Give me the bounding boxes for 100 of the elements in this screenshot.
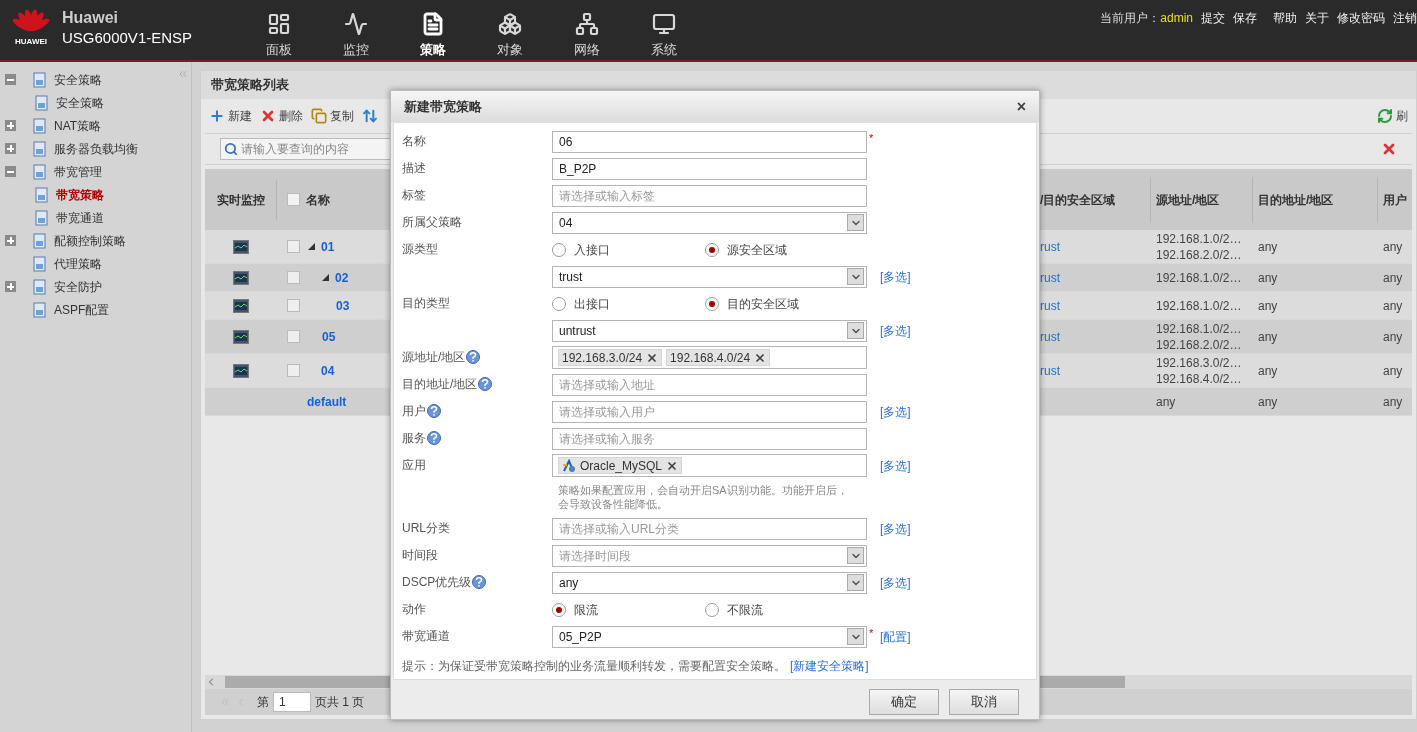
dropdown-icon[interactable] bbox=[847, 574, 864, 591]
monitor-chart-icon[interactable] bbox=[233, 329, 249, 344]
sidebar-item[interactable]: 带宽通道 bbox=[56, 208, 104, 227]
tag-field[interactable]: 192.168.3.0/24 192.168.4.0/24 bbox=[552, 346, 867, 369]
policy-name-link[interactable]: 02 bbox=[335, 268, 349, 287]
clear-icon[interactable] bbox=[1381, 141, 1397, 157]
multi-select-link[interactable]: [配置] bbox=[880, 627, 911, 646]
dialog-button[interactable]: 取消 bbox=[949, 689, 1019, 715]
help-icon[interactable] bbox=[472, 575, 487, 589]
close-button[interactable]: × bbox=[1016, 94, 1026, 119]
sidebar-item[interactable]: 安全策略 bbox=[56, 93, 104, 112]
multi-select-link[interactable]: [多选] bbox=[880, 267, 911, 286]
zone-link[interactable]: rust bbox=[1040, 298, 1060, 313]
expand-triangle-icon[interactable] bbox=[322, 274, 329, 281]
help-icon[interactable] bbox=[478, 377, 493, 391]
multi-select-link[interactable]: [多选] bbox=[880, 321, 911, 340]
collapse-icon[interactable] bbox=[5, 74, 16, 85]
select-field[interactable]: untrust bbox=[552, 319, 867, 342]
toolbar-button[interactable]: 复制 bbox=[311, 107, 354, 125]
row-checkbox[interactable] bbox=[287, 271, 300, 284]
expand-triangle-icon[interactable] bbox=[308, 243, 315, 250]
sidebar-item[interactable]: 代理策略 bbox=[54, 254, 102, 273]
nav-tab[interactable]: 监控 bbox=[317, 0, 394, 60]
help-icon[interactable] bbox=[466, 350, 481, 364]
collapse-icon[interactable] bbox=[5, 166, 16, 177]
remove-icon[interactable] bbox=[646, 351, 659, 364]
row-checkbox[interactable] bbox=[287, 299, 300, 312]
zone-link[interactable]: rust bbox=[1040, 239, 1060, 254]
text-field[interactable]: B_P2P bbox=[552, 157, 867, 180]
text-field[interactable]: 请选择或输入服务 bbox=[552, 427, 867, 450]
sidebar-item[interactable]: 安全防护 bbox=[54, 277, 102, 296]
multi-select-link[interactable]: [多选] bbox=[880, 573, 911, 592]
sidebar-item[interactable]: 配额控制策略 bbox=[54, 231, 126, 250]
text-field[interactable]: 请选择或输入地址 bbox=[552, 373, 867, 396]
remove-icon[interactable] bbox=[666, 459, 679, 472]
nav-tab[interactable]: 网络 bbox=[548, 0, 625, 60]
dropdown-icon[interactable] bbox=[847, 214, 864, 231]
dropdown-icon[interactable] bbox=[847, 322, 864, 339]
zone-link[interactable]: rust bbox=[1040, 363, 1060, 378]
header-link[interactable]: 关于 bbox=[1305, 9, 1329, 27]
sidebar-item[interactable]: 带宽管理 bbox=[54, 162, 102, 181]
header-link[interactable]: 修改密码 bbox=[1337, 9, 1385, 27]
expand-icon[interactable] bbox=[5, 235, 16, 246]
sidebar-item[interactable]: ASPF配置 bbox=[54, 300, 110, 319]
expand-icon[interactable] bbox=[5, 143, 16, 154]
refresh-button[interactable]: 刷 bbox=[1377, 107, 1408, 125]
monitor-chart-icon[interactable] bbox=[233, 270, 249, 285]
row-checkbox[interactable] bbox=[287, 330, 300, 343]
text-field[interactable]: 06 bbox=[552, 130, 867, 153]
select-field[interactable]: 04 bbox=[552, 211, 867, 234]
header-link[interactable]: 提交 bbox=[1201, 9, 1225, 27]
header-link[interactable]: 注销 bbox=[1393, 9, 1417, 27]
header-link[interactable]: 保存 bbox=[1233, 9, 1257, 27]
nav-tab[interactable]: 面板 bbox=[240, 0, 317, 60]
text-field[interactable]: 请选择或输入URL分类 bbox=[552, 517, 867, 540]
policy-name-link[interactable]: 04 bbox=[321, 361, 335, 380]
text-field[interactable]: 请选择或输入用户 bbox=[552, 400, 867, 423]
policy-name-link[interactable]: default bbox=[287, 392, 347, 411]
sidebar-item[interactable]: 服务器负载均衡 bbox=[54, 139, 138, 158]
select-field[interactable]: any bbox=[552, 571, 867, 594]
expand-icon[interactable] bbox=[5, 281, 16, 292]
expand-icon[interactable] bbox=[5, 120, 16, 131]
policy-name-link[interactable]: 05 bbox=[322, 327, 336, 346]
select-all-checkbox[interactable] bbox=[287, 193, 300, 206]
nav-tab[interactable]: 策略 bbox=[394, 0, 471, 60]
tag-field[interactable]: Oracle_MySQL bbox=[552, 454, 867, 477]
radio-button[interactable] bbox=[705, 296, 719, 311]
help-icon[interactable] bbox=[427, 431, 441, 445]
multi-select-link[interactable]: [多选] bbox=[880, 402, 911, 421]
row-checkbox[interactable] bbox=[287, 364, 300, 377]
policy-name-link[interactable]: 03 bbox=[336, 296, 350, 315]
row-checkbox[interactable] bbox=[287, 240, 300, 253]
new-security-policy-link[interactable]: [新建安全策略] bbox=[790, 659, 869, 673]
sidebar-item[interactable]: 安全策略 bbox=[54, 70, 102, 89]
radio-button[interactable] bbox=[552, 242, 566, 257]
nav-tab[interactable]: 系统 bbox=[625, 0, 702, 60]
radio-button[interactable] bbox=[705, 602, 719, 617]
header-link[interactable]: 帮助 bbox=[1273, 9, 1297, 27]
multi-select-link[interactable]: [多选] bbox=[880, 456, 911, 475]
nav-tab[interactable]: 对象 bbox=[471, 0, 548, 60]
dropdown-icon[interactable] bbox=[847, 628, 864, 645]
radio-button[interactable] bbox=[552, 602, 566, 617]
monitor-chart-icon[interactable] bbox=[233, 239, 249, 254]
dropdown-icon[interactable] bbox=[847, 547, 864, 564]
sidebar-item[interactable]: 带宽策略 bbox=[56, 185, 104, 204]
page-field[interactable]: 1 bbox=[273, 692, 311, 712]
dialog-button[interactable]: 确定 bbox=[869, 689, 939, 715]
help-icon[interactable] bbox=[427, 404, 441, 418]
policy-name-link[interactable]: 01 bbox=[321, 237, 335, 256]
radio-button[interactable] bbox=[705, 242, 719, 257]
monitor-chart-icon[interactable] bbox=[233, 363, 249, 378]
dropdown-icon[interactable] bbox=[847, 268, 864, 285]
monitor-chart-icon[interactable] bbox=[233, 298, 249, 313]
select-field[interactable]: trust bbox=[552, 265, 867, 288]
radio-button[interactable] bbox=[552, 296, 566, 311]
multi-select-link[interactable]: [多选] bbox=[880, 519, 911, 538]
sidebar-item[interactable]: NAT策略 bbox=[54, 116, 102, 135]
select-field[interactable]: 05_P2P bbox=[552, 625, 867, 648]
toolbar-button[interactable]: 删除 bbox=[260, 107, 303, 125]
remove-icon[interactable] bbox=[754, 351, 767, 364]
